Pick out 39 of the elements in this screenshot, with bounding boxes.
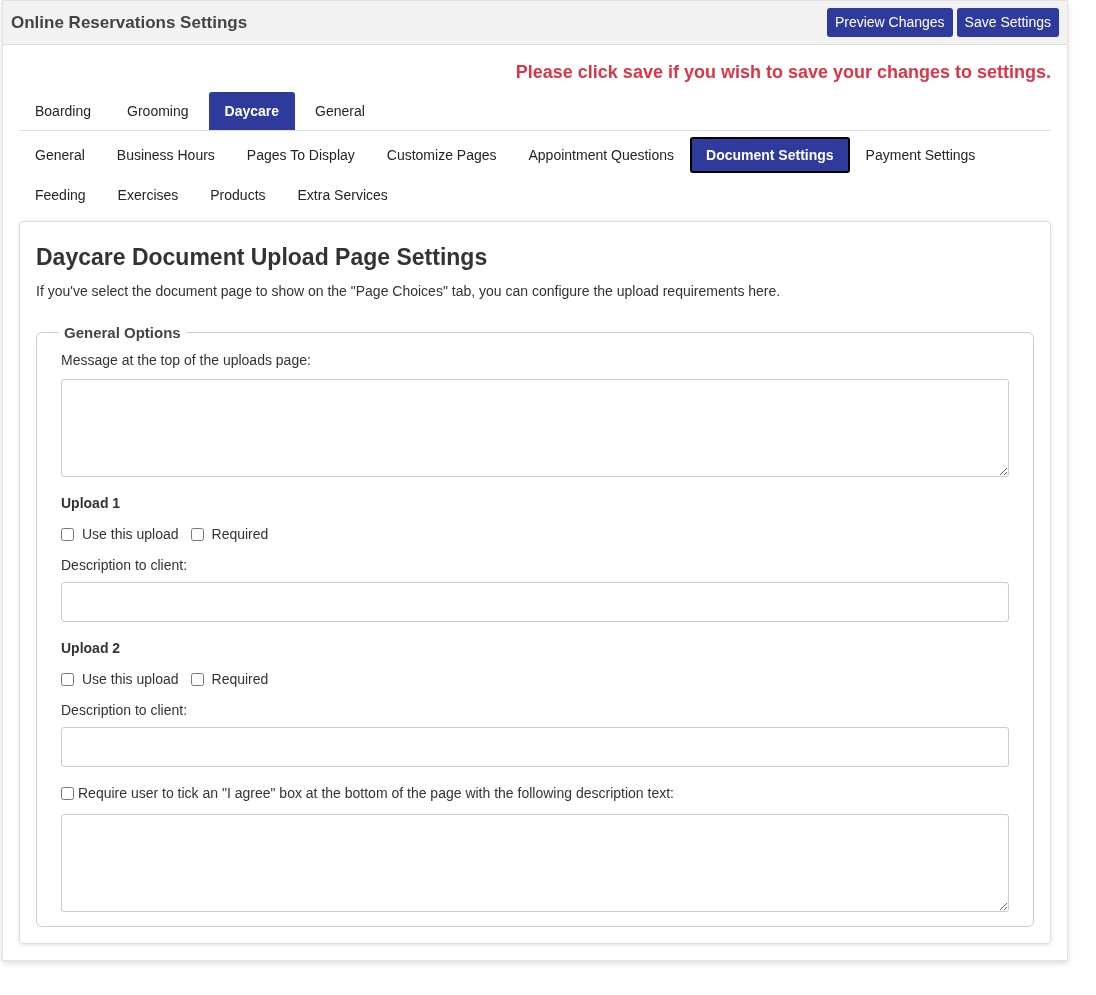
checkbox-label: Use this upload [82,670,179,689]
service-tab[interactable]: Daycare [208,92,295,130]
checkbox[interactable] [190,528,204,541]
checkbox[interactable] [61,528,74,541]
description-input[interactable] [61,582,1009,622]
settings-tab[interactable]: Products [194,177,282,213]
field-label: Description to client: [61,556,189,575]
page-title: Online Reservations Settings [11,11,248,34]
checkbox[interactable] [61,787,74,800]
settings-tab[interactable]: Appointment Questions [512,137,691,173]
checkbox-label: Require user to tick an "I agree" box at the bottom of the page with the following description text: [78,784,674,803]
checkbox-label: Required [211,525,269,544]
service-tab[interactable]: Boarding [19,92,108,130]
settings-tab[interactable]: Extra Services [281,177,404,213]
card-title: Daycare Document Upload Page Settings [36,243,489,272]
card-description: If you've select the document page to show on the "Page Choices" tab, you can configure the upload requirements here. [36,281,782,301]
settings-tab[interactable]: General [19,137,101,173]
upload-heading: Upload 1 [61,494,122,513]
service-tab[interactable]: Grooming [111,92,205,130]
settings-tab[interactable]: Exercises [101,177,195,213]
field-label: Description to client: [61,701,189,720]
checkbox-label: Required [211,670,269,689]
group-legend: General Options [59,321,186,344]
upload-heading: Upload 2 [61,639,122,658]
settings-tab[interactable]: Business Hours [100,137,231,173]
save-button[interactable]: Save Settings [956,8,1059,37]
checkbox[interactable] [190,673,204,686]
settings-tab[interactable]: Payment Settings [849,137,992,173]
field-label: Message at the top of the uploads page: [61,351,312,370]
settings-tab[interactable]: Feeding [19,177,102,213]
save-notice: Please click save if you wish to save your changes to settings. [515,61,1051,84]
settings-tab[interactable]: Customize Pages [370,137,513,173]
settings-tab[interactable]: Document Settings [690,137,850,173]
service-tab[interactable]: General [299,92,381,130]
description-input[interactable] [61,727,1009,767]
preview-button[interactable]: Preview Changes [826,8,953,37]
settings-tab[interactable]: Pages To Display [230,137,371,173]
checkbox-label: Use this upload [82,525,179,544]
checkbox[interactable] [61,673,74,686]
